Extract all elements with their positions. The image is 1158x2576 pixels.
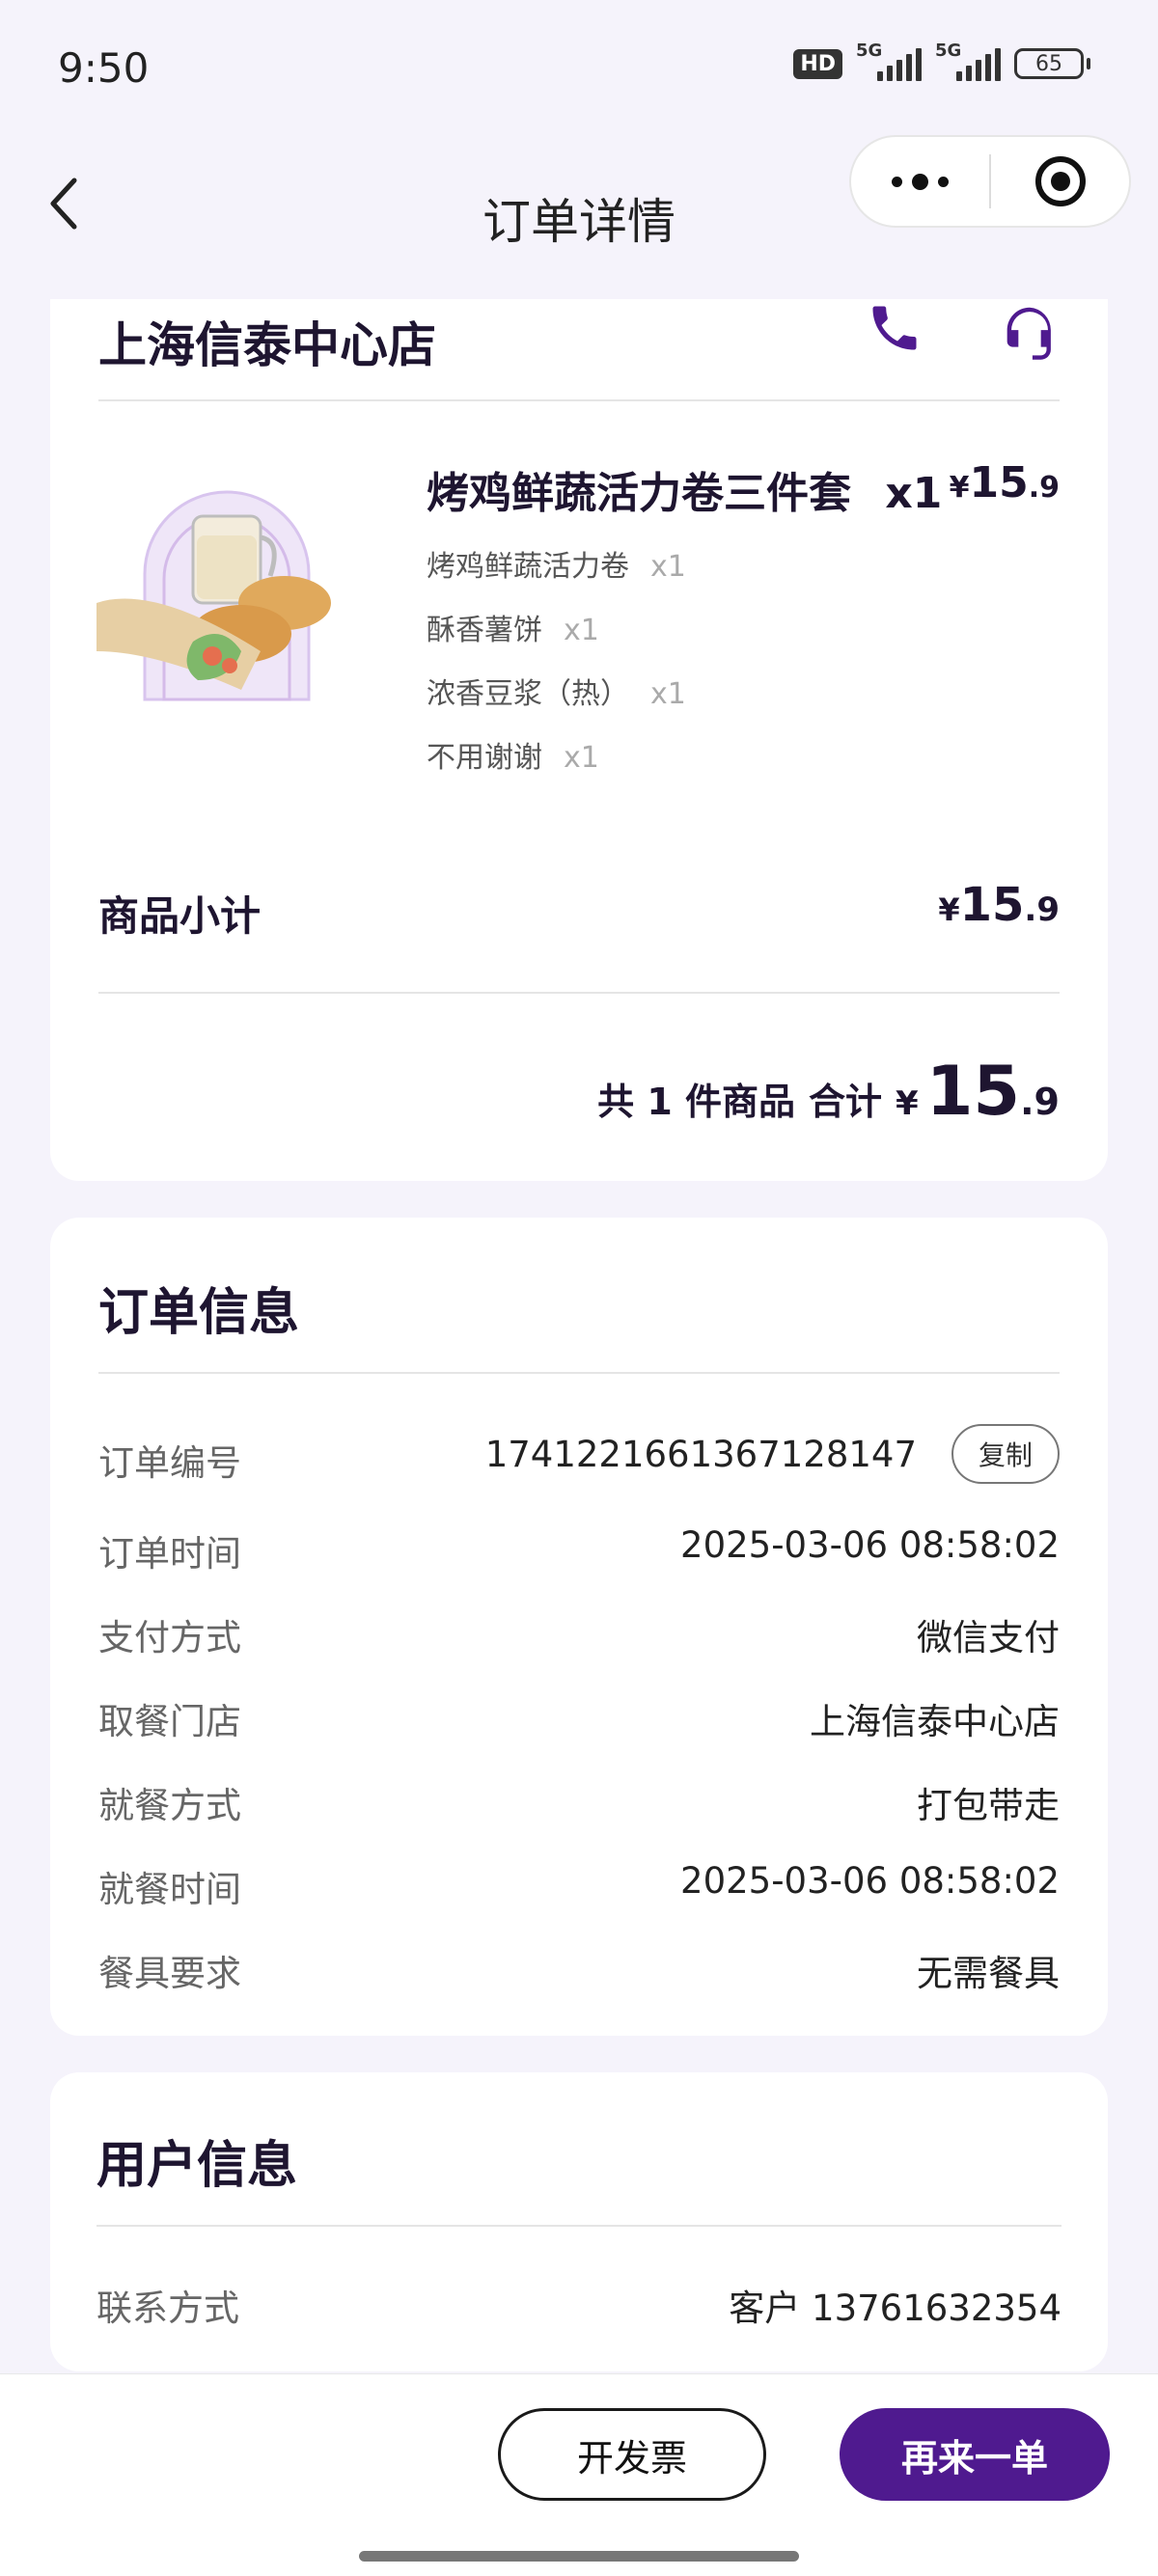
combo-item-name: 烤鸡鲜蔬活力卷 (427, 550, 629, 584)
subtotal-price: ¥15.9 (938, 878, 1060, 932)
product-qty: x1 (885, 469, 943, 518)
headset-icon[interactable] (996, 299, 1063, 367)
pickup-store-value: 上海信泰中心店 (810, 1701, 1060, 1742)
price-integer: 15 (969, 458, 1029, 507)
network-type-label: 5G (935, 41, 962, 61)
copy-button[interactable]: 复制 (951, 1424, 1060, 1484)
order-info-card: 订单信息 订单编号 1741221661367128147 复制 订单时间 20… (50, 1218, 1108, 2036)
divider (96, 2225, 1062, 2227)
combo-item: 浓香豆浆（热） x1 (427, 670, 686, 712)
home-indicator[interactable] (359, 2551, 799, 2562)
currency-symbol: ¥ (949, 471, 970, 505)
payment-method-value: 微信支付 (917, 1617, 1060, 1658)
combo-item: 不用谢谢 x1 (427, 733, 599, 776)
status-icons: HD 5G 5G 65 (793, 41, 1090, 81)
combo-item-name: 浓香豆浆（热） (427, 677, 629, 711)
more-dots-icon[interactable] (851, 173, 989, 190)
dining-time-value: 2025-03-06 08:58:02 (680, 1860, 1060, 1902)
item-count: 共 1 件商品 (597, 1081, 795, 1123)
user-info-title: 用户信息 (96, 2137, 298, 2195)
invoice-button[interactable]: 开发票 (498, 2408, 766, 2501)
reorder-button[interactable]: 再来一单 (840, 2408, 1110, 2501)
signal-icon: 5G (935, 41, 1001, 81)
pickup-store-label: 取餐门店 (98, 1701, 241, 1742)
currency-symbol: ¥ (896, 1084, 919, 1123)
total-label: 合计 (809, 1081, 883, 1123)
status-time: 9:50 (58, 44, 150, 92)
total-decimal: .9 (1020, 1081, 1060, 1123)
mini-program-capsule (849, 135, 1131, 228)
combo-item-qty: x1 (650, 550, 686, 584)
dining-time-label: 就餐时间 (98, 1869, 241, 1910)
order-number-label: 订单编号 (98, 1442, 241, 1484)
battery-level: 65 (1014, 48, 1084, 79)
order-time-label: 订单时间 (98, 1533, 241, 1575)
order-number-value: 1741221661367128147 (484, 1434, 917, 1475)
combo-item-qty: x1 (564, 741, 599, 775)
phone-icon[interactable] (866, 299, 929, 359)
cutlery-value: 无需餐具 (917, 1953, 1060, 1994)
order-time-value: 2025-03-06 08:58:02 (680, 1524, 1060, 1566)
combo-item: 酥香薯饼 x1 (427, 606, 599, 648)
target-icon[interactable] (991, 154, 1129, 208)
product-price: ¥15.9 (950, 458, 1060, 507)
currency-symbol: ¥ (938, 891, 960, 928)
total-integer: 15 (925, 1052, 1021, 1131)
cutlery-label: 餐具要求 (98, 1953, 241, 1994)
order-total: 共 1 件商品 合计 ¥ 15 .9 (597, 1052, 1060, 1131)
status-bar: 9:50 HD 5G 5G 65 (0, 0, 1158, 135)
price-decimal: .9 (1028, 471, 1060, 505)
nav-bar: 订单详情 (0, 135, 1158, 280)
product-name: 烤鸡鲜蔬活力卷三件套 x1 (427, 458, 942, 520)
divider (98, 1372, 1060, 1374)
store-name: 上海信泰中心店 (98, 317, 436, 373)
product-image (96, 458, 357, 719)
payment-method-label: 支付方式 (98, 1617, 241, 1658)
combo-item-qty: x1 (564, 614, 599, 647)
subtotal-label: 商品小计 (98, 892, 262, 940)
bottom-action-bar: 开发票 再来一单 (0, 2373, 1158, 2576)
combo-item-qty: x1 (650, 677, 686, 711)
divider (98, 399, 1060, 401)
user-info-card: 用户信息 联系方式 客户 13761632354 (50, 2072, 1108, 2371)
divider (98, 992, 1060, 994)
battery-icon: 65 (1014, 48, 1090, 79)
price-integer: 15 (959, 878, 1025, 932)
combo-item: 烤鸡鲜蔬活力卷 x1 (427, 542, 686, 585)
signal-icon: 5G (856, 41, 922, 81)
store-order-card: 上海信泰中心店 烤鸡鲜蔬活力卷三件套 x1 ¥15.9 烤鸡鲜蔬活力卷 x1 酥香… (50, 299, 1108, 1181)
dining-mode-label: 就餐方式 (98, 1785, 241, 1826)
combo-item-name: 酥香薯饼 (427, 614, 542, 647)
hd-icon: HD (793, 48, 842, 79)
contact-label: 联系方式 (96, 2288, 239, 2329)
product-name-text: 烤鸡鲜蔬活力卷三件套 (427, 469, 851, 518)
order-info-title: 订单信息 (98, 1284, 300, 1342)
network-type-label: 5G (856, 41, 883, 61)
dining-mode-value: 打包带走 (917, 1785, 1060, 1826)
price-decimal: .9 (1024, 891, 1060, 929)
combo-item-name: 不用谢谢 (427, 741, 542, 775)
contact-value: 客户 13761632354 (729, 2288, 1062, 2329)
